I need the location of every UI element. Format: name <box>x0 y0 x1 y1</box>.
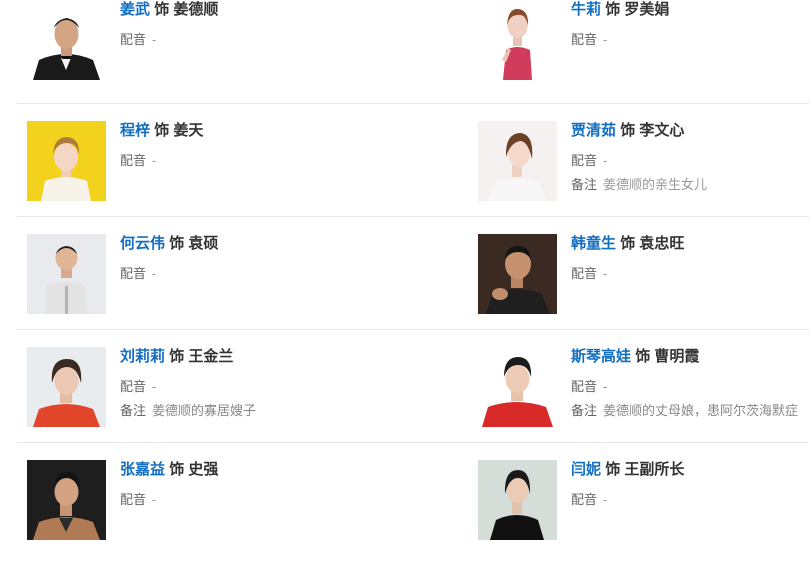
row-divider <box>17 329 809 330</box>
actor-name-link[interactable]: 斯琴高娃 <box>571 348 631 365</box>
dubbing-value: - <box>603 32 608 47</box>
role-name: 王金兰 <box>188 348 234 365</box>
cast-card: 姜武 饰 姜德顺 配音 - <box>27 0 387 95</box>
dubbing-value: - <box>152 266 157 281</box>
as-connector: 饰 <box>620 235 636 252</box>
dubbing-value: - <box>603 492 608 507</box>
as-connector: 饰 <box>169 348 185 365</box>
actor-name-link[interactable]: 张嘉益 <box>120 461 165 478</box>
dubbing-label: 配音 <box>120 379 147 394</box>
dubbing-value: - <box>152 492 157 507</box>
cast-row: 何云伟 饰 袁硕 配音 - 韩童生 饰 袁忠旺 配音 - <box>17 224 809 337</box>
actor-photo[interactable] <box>478 234 557 314</box>
as-connector: 饰 <box>635 348 651 365</box>
role-name: 姜天 <box>173 122 204 139</box>
dubbing-label: 配音 <box>120 266 147 281</box>
dubbing-value: - <box>603 379 608 394</box>
actor-name-link[interactable]: 闫妮 <box>571 461 601 478</box>
cast-card: 斯琴高娃 饰 曹明霞 配音 - 备注 姜德顺的丈母娘，患阿尔茨海默症 <box>478 347 809 442</box>
dubbing-value: - <box>603 266 608 281</box>
note-value: 姜德顺的亲生女儿 <box>603 177 708 192</box>
dubbing-value: - <box>152 32 157 47</box>
row-divider <box>17 216 809 217</box>
role-name: 姜德顺 <box>173 1 219 18</box>
cast-row: 张嘉益 饰 史强 配音 - 闫妮 饰 王副所长 配音 - <box>17 450 809 563</box>
cast-card: 牛莉 饰 罗美娟 配音 - <box>478 0 809 95</box>
cast-row: 程梓 饰 姜天 配音 - 贾清茹 饰 李文心 配音 - 备注 姜德顺的亲生女儿 <box>17 111 809 224</box>
actor-photo[interactable] <box>27 0 106 80</box>
dubbing-label: 配音 <box>120 32 147 47</box>
role-name: 曹明霞 <box>654 348 700 365</box>
actor-name-link[interactable]: 韩童生 <box>571 235 616 252</box>
cast-card: 张嘉益 饰 史强 配音 - <box>27 460 387 555</box>
dubbing-label: 配音 <box>571 379 598 394</box>
actor-photo[interactable] <box>27 347 106 427</box>
actor-name-link[interactable]: 贾清茹 <box>571 122 616 139</box>
role-name: 王副所长 <box>624 461 685 478</box>
dubbing-label: 配音 <box>120 153 147 168</box>
actor-name-link[interactable]: 姜武 <box>120 1 150 18</box>
as-connector: 饰 <box>154 1 170 18</box>
dubbing-label: 配音 <box>571 266 598 281</box>
actor-photo[interactable] <box>27 234 106 314</box>
actor-photo[interactable] <box>478 347 557 427</box>
dubbing-value: - <box>603 153 608 168</box>
note-label: 备注 <box>120 403 147 418</box>
role-name: 袁忠旺 <box>639 235 685 252</box>
actor-name-link[interactable]: 刘莉莉 <box>120 348 165 365</box>
note-value: 姜德顺的丈母娘，患阿尔茨海默症 <box>603 403 799 418</box>
role-name: 袁硕 <box>188 235 219 252</box>
as-connector: 饰 <box>605 1 621 18</box>
dubbing-value: - <box>152 379 157 394</box>
dubbing-label: 配音 <box>120 492 147 507</box>
cast-card: 刘莉莉 饰 王金兰 配音 - 备注 姜德顺的寡居嫂子 <box>27 347 387 442</box>
actor-name-link[interactable]: 何云伟 <box>120 235 165 252</box>
cast-row: 姜武 饰 姜德顺 配音 - 牛莉 饰 罗美娟 配音 - <box>17 0 809 103</box>
note-value: 姜德顺的寡居嫂子 <box>152 403 257 418</box>
cast-card: 何云伟 饰 袁硕 配音 - <box>27 234 387 329</box>
actor-photo[interactable] <box>27 121 106 201</box>
cast-row: 刘莉莉 饰 王金兰 配音 - 备注 姜德顺的寡居嫂子 斯琴高娃 饰 曹明霞 配音… <box>17 337 809 450</box>
actor-photo[interactable] <box>478 121 557 201</box>
actor-photo[interactable] <box>478 460 557 540</box>
actor-photo[interactable] <box>27 460 106 540</box>
row-divider <box>17 442 809 443</box>
as-connector: 饰 <box>169 461 185 478</box>
role-name: 李文心 <box>639 122 685 139</box>
note-label: 备注 <box>571 177 598 192</box>
actor-name-link[interactable]: 程梓 <box>120 122 150 139</box>
as-connector: 饰 <box>154 122 170 139</box>
actor-photo[interactable] <box>478 0 557 80</box>
as-connector: 饰 <box>605 461 621 478</box>
dubbing-value: - <box>152 153 157 168</box>
dubbing-label: 配音 <box>571 32 598 47</box>
role-name: 史强 <box>188 461 219 478</box>
note-label: 备注 <box>571 403 598 418</box>
cast-card: 韩童生 饰 袁忠旺 配音 - <box>478 234 809 329</box>
dubbing-label: 配音 <box>571 492 598 507</box>
as-connector: 饰 <box>169 235 185 252</box>
row-divider <box>17 103 809 104</box>
dubbing-label: 配音 <box>571 153 598 168</box>
cast-card: 闫妮 饰 王副所长 配音 - <box>478 460 809 555</box>
as-connector: 饰 <box>620 122 636 139</box>
cast-card: 程梓 饰 姜天 配音 - <box>27 121 387 216</box>
cast-card: 贾清茹 饰 李文心 配音 - 备注 姜德顺的亲生女儿 <box>478 121 809 216</box>
role-name: 罗美娟 <box>624 1 670 18</box>
actor-name-link[interactable]: 牛莉 <box>571 1 601 18</box>
